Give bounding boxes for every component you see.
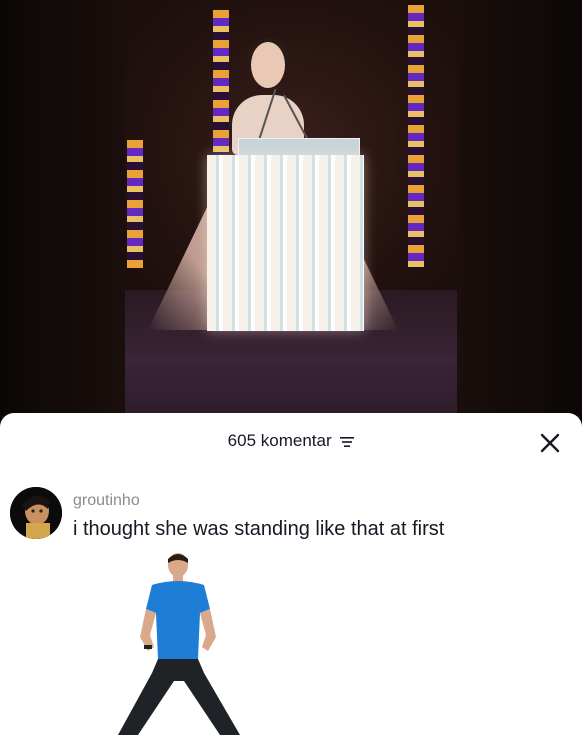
video-edge-right xyxy=(457,0,582,430)
screen: 605 komentar groutinho i thought she was… xyxy=(0,0,582,735)
close-icon[interactable] xyxy=(538,431,562,455)
comment-username[interactable]: groutinho xyxy=(73,492,140,510)
comment-count-label: 605 komentar xyxy=(227,431,332,450)
meme-image xyxy=(118,553,240,735)
filter-icon[interactable] xyxy=(340,436,355,448)
video-edge-left xyxy=(0,0,125,430)
light-column xyxy=(408,5,424,267)
avatar-image xyxy=(10,487,62,539)
light-column xyxy=(127,140,143,268)
comments-header: 605 komentar xyxy=(0,413,582,471)
comments-sheet: 605 komentar groutinho i thought she was… xyxy=(0,413,582,735)
video-player[interactable] xyxy=(0,0,582,430)
light-column xyxy=(213,10,229,160)
comment-count: 605 komentar xyxy=(0,431,582,451)
presenter-head xyxy=(251,42,285,88)
podium xyxy=(207,155,364,331)
comment-text: i thought she was standing like that at … xyxy=(73,518,445,540)
avatar[interactable] xyxy=(10,487,62,539)
